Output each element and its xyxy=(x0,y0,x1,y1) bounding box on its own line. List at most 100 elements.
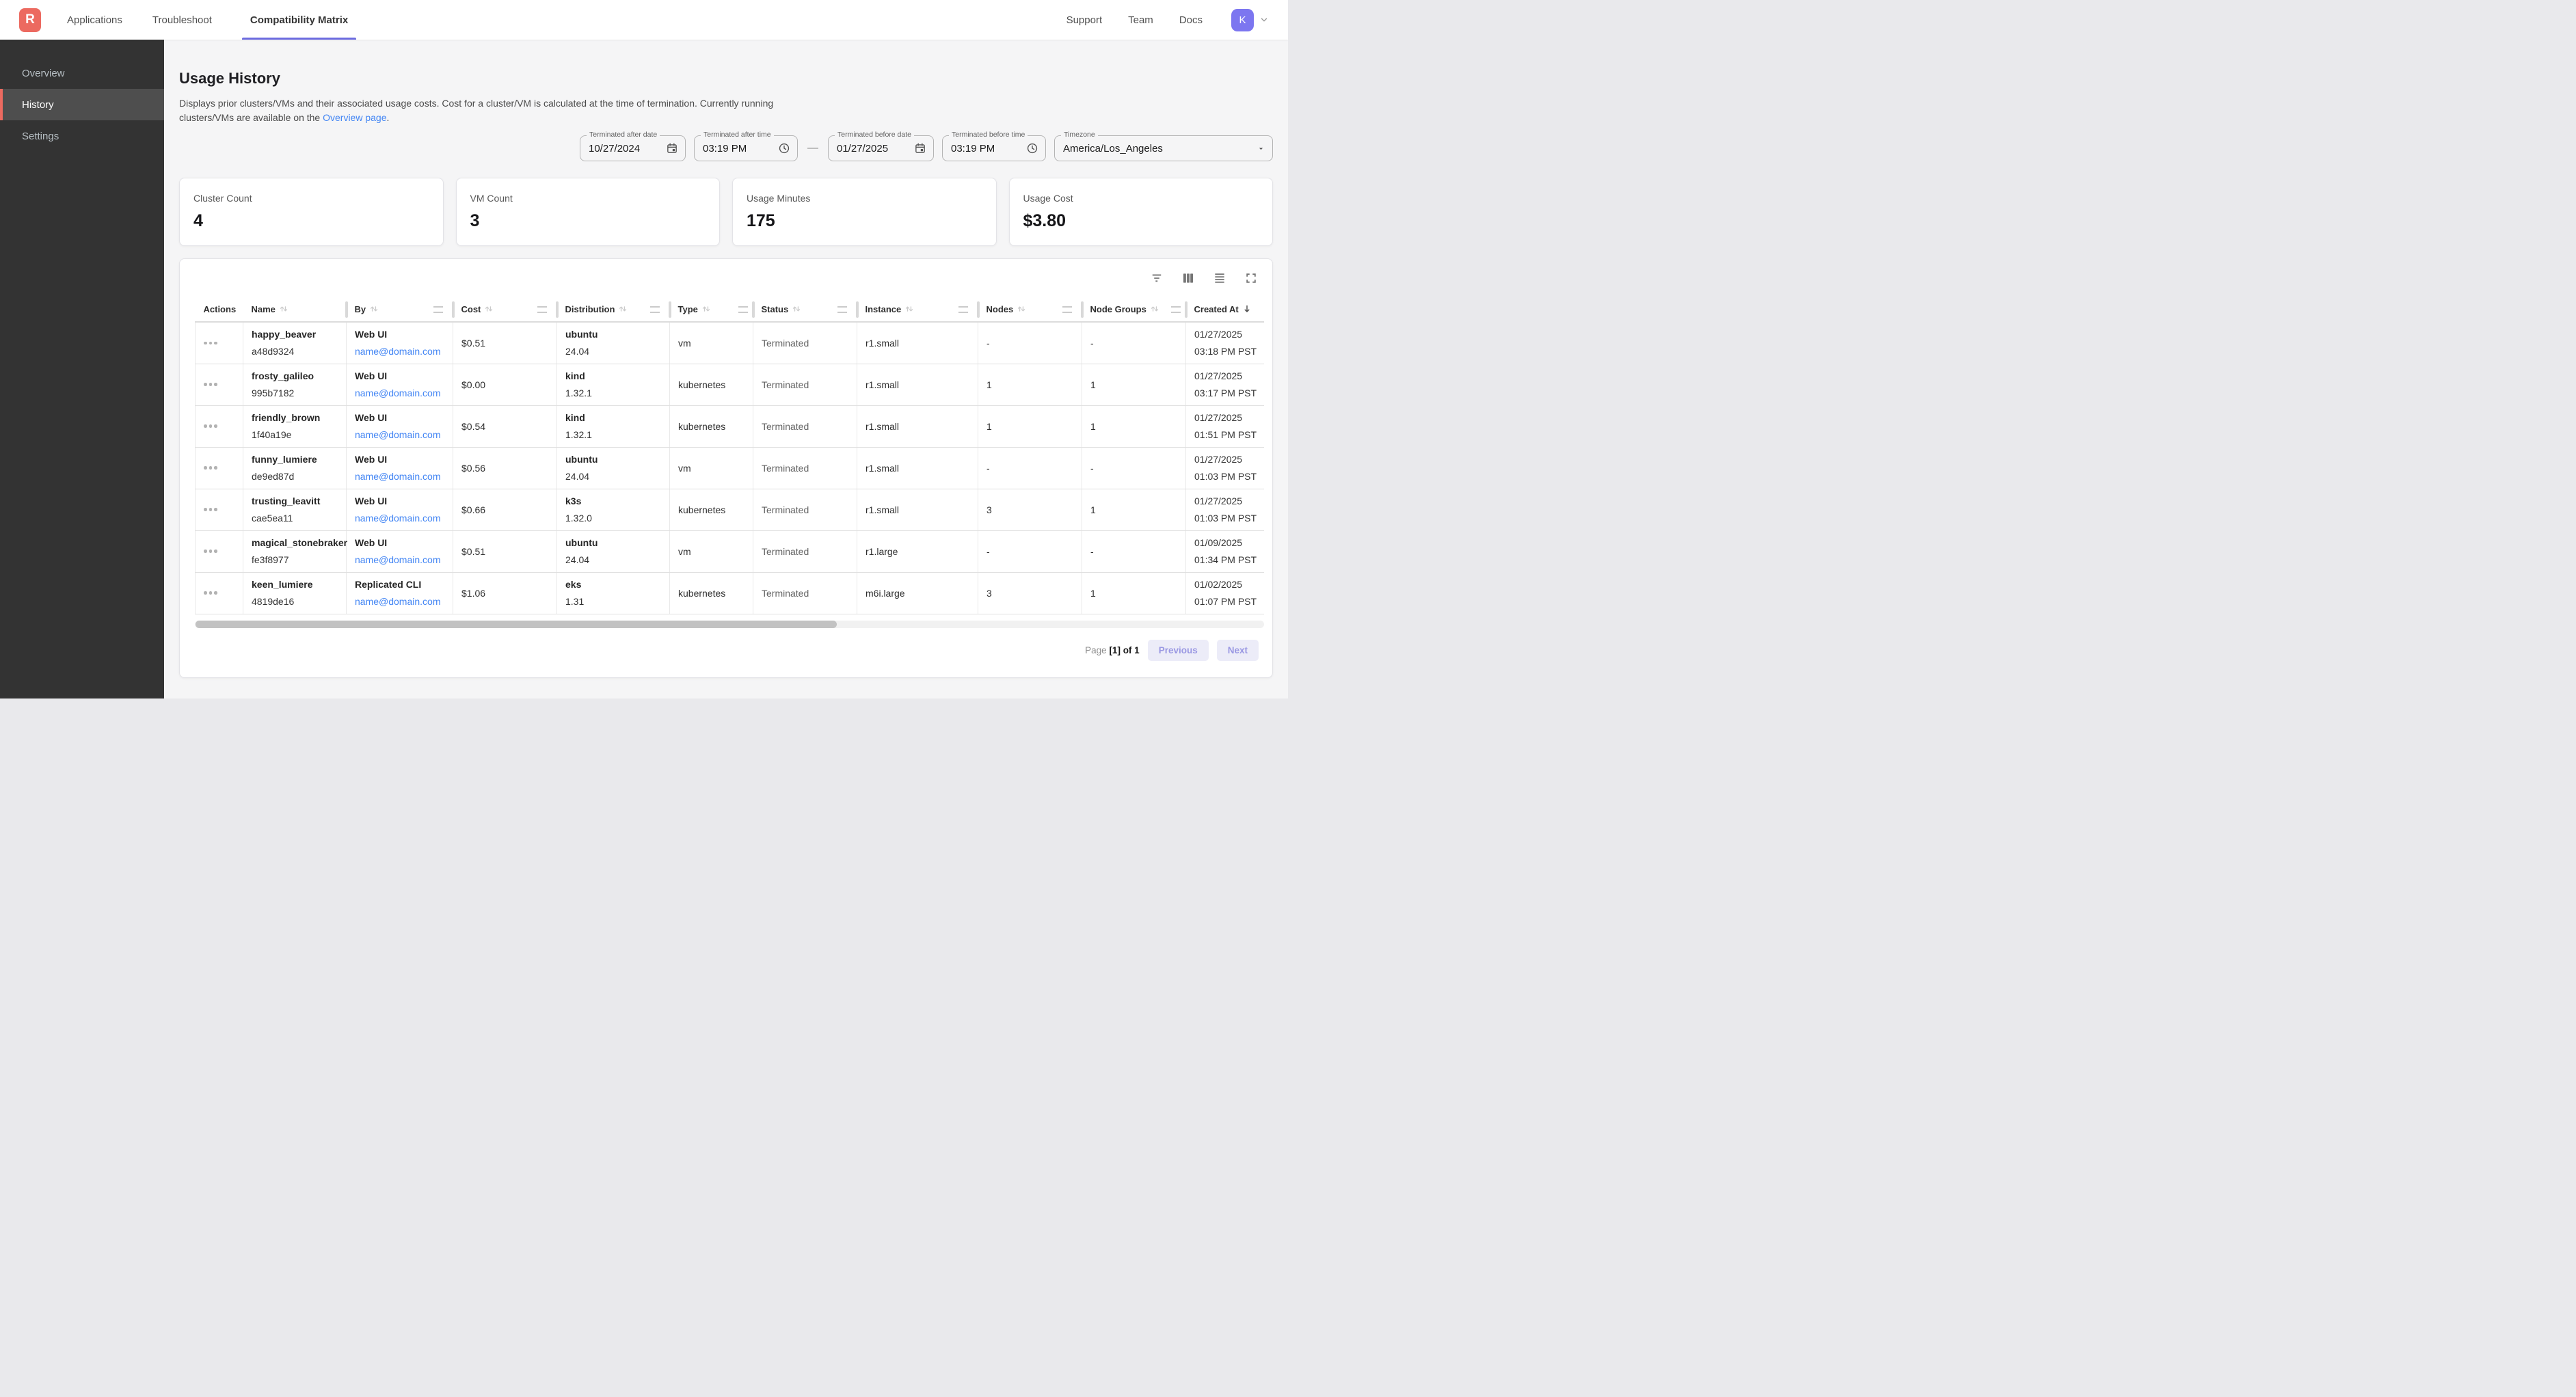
cluster-name: friendly_brown xyxy=(252,412,340,423)
table-row: friendly_brown1f40a19e Web UIname@domain… xyxy=(196,405,1265,447)
created-by-email-link[interactable]: name@domain.com xyxy=(355,471,447,482)
table-row: funny_lumierede9ed87d Web UIname@domain.… xyxy=(196,447,1265,489)
cost-cell: $0.54 xyxy=(453,405,557,447)
nodes-cell: - xyxy=(978,322,1082,364)
column-header-nodes[interactable]: Nodes xyxy=(978,297,1082,322)
row-actions-button[interactable] xyxy=(204,342,222,345)
nav-link-support[interactable]: Support xyxy=(1066,14,1103,26)
sort-icon[interactable] xyxy=(701,304,711,314)
actions-cell xyxy=(196,447,243,489)
created-by-email-link[interactable]: name@domain.com xyxy=(355,346,447,357)
overview-page-link[interactable]: Overview page xyxy=(323,112,386,123)
sort-icon[interactable] xyxy=(618,304,628,314)
created-by-source: Replicated CLI xyxy=(355,579,447,590)
sort-desc-icon[interactable] xyxy=(1242,304,1252,314)
terminated-before-time-field[interactable]: Terminated before time 03:19 PM xyxy=(942,135,1046,161)
sidebar-item-history[interactable]: History xyxy=(0,89,164,120)
description-period: . xyxy=(387,112,390,123)
created-by-email-link[interactable]: name@domain.com xyxy=(355,513,447,524)
previous-page-button[interactable]: Previous xyxy=(1148,640,1209,661)
sort-icon[interactable] xyxy=(1017,304,1026,314)
sidebar-item-settings[interactable]: Settings xyxy=(0,120,164,152)
row-actions-button[interactable] xyxy=(204,383,222,386)
clock-icon[interactable] xyxy=(778,142,790,154)
status-cell: Terminated xyxy=(753,405,857,447)
node-groups-cell: - xyxy=(1082,530,1186,572)
columns-icon[interactable] xyxy=(1181,271,1196,286)
column-header-by[interactable]: By xyxy=(347,297,453,322)
column-header-node-groups[interactable]: Node Groups xyxy=(1082,297,1186,322)
distribution-version: 1.32.1 xyxy=(565,388,664,398)
cost-cell: $0.66 xyxy=(453,489,557,530)
column-drag-handle[interactable] xyxy=(650,306,660,313)
avatar[interactable]: K xyxy=(1231,9,1254,31)
distribution-name: eks xyxy=(565,579,664,590)
created-by-email-link[interactable]: name@domain.com xyxy=(355,388,447,398)
row-actions-button[interactable] xyxy=(204,508,222,511)
nav-link-docs[interactable]: Docs xyxy=(1179,14,1203,26)
sort-icon[interactable] xyxy=(279,304,289,314)
created-by-email-link[interactable]: name@domain.com xyxy=(355,554,447,565)
fullscreen-icon[interactable] xyxy=(1244,271,1259,286)
created-by-email-link[interactable]: name@domain.com xyxy=(355,596,447,607)
horizontal-scrollbar-thumb[interactable] xyxy=(196,621,837,628)
column-header-status[interactable]: Status xyxy=(753,297,857,322)
column-header-type[interactable]: Type xyxy=(670,297,753,322)
sidebar-item-overview[interactable]: Overview xyxy=(0,57,164,89)
filter-icon[interactable] xyxy=(1149,271,1164,286)
column-header-name[interactable]: Name xyxy=(243,297,347,322)
row-actions-button[interactable] xyxy=(204,550,222,553)
cluster-name: keen_lumiere xyxy=(252,579,340,590)
calendar-icon[interactable] xyxy=(666,142,678,154)
timezone-select[interactable]: Timezone America/Los_Angeles xyxy=(1054,135,1273,161)
caret-down-icon[interactable] xyxy=(1257,144,1265,153)
column-drag-handle[interactable] xyxy=(738,306,748,313)
row-actions-button[interactable] xyxy=(204,424,222,428)
clock-icon[interactable] xyxy=(1026,142,1038,154)
sort-icon[interactable] xyxy=(792,304,801,314)
status-badge: Terminated xyxy=(762,504,809,515)
column-header-distribution[interactable]: Distribution xyxy=(557,297,670,322)
stat-card-usage-cost: Usage Cost $3.80 xyxy=(1009,178,1274,246)
page-title: Usage History xyxy=(179,70,1273,87)
next-page-button[interactable]: Next xyxy=(1217,640,1259,661)
node-groups-cell: 1 xyxy=(1082,364,1186,405)
field-label: Terminated before date xyxy=(835,131,914,139)
column-drag-handle[interactable] xyxy=(1062,306,1072,313)
calendar-icon[interactable] xyxy=(914,142,926,154)
account-menu[interactable]: K xyxy=(1231,9,1269,31)
created-by-source: Web UI xyxy=(355,370,447,381)
nav-item-compatibility-matrix[interactable]: Compatibility Matrix xyxy=(242,0,356,40)
column-drag-handle[interactable] xyxy=(837,306,847,313)
column-drag-handle[interactable] xyxy=(1171,306,1181,313)
nav-item-troubleshoot[interactable]: Troubleshoot xyxy=(152,0,212,40)
row-actions-button[interactable] xyxy=(204,591,222,595)
density-icon[interactable] xyxy=(1212,271,1227,286)
column-header-created-at[interactable]: Created At xyxy=(1186,297,1265,322)
column-header-instance[interactable]: Instance xyxy=(857,297,978,322)
column-drag-handle[interactable] xyxy=(958,306,968,313)
pagination: Page [1] of 1 Previous Next xyxy=(180,628,1272,661)
created-by-email-link[interactable]: name@domain.com xyxy=(355,429,447,440)
nav-link-team[interactable]: Team xyxy=(1128,14,1153,26)
replicated-logo[interactable]: R xyxy=(19,8,41,32)
column-drag-handle[interactable] xyxy=(433,306,443,313)
sort-icon[interactable] xyxy=(904,304,914,314)
column-header-cost[interactable]: Cost xyxy=(453,297,557,322)
terminated-before-date-field[interactable]: Terminated before date 01/27/2025 xyxy=(828,135,934,161)
sort-icon[interactable] xyxy=(484,304,494,314)
nav-item-applications[interactable]: Applications xyxy=(67,0,122,40)
row-actions-button[interactable] xyxy=(204,466,222,470)
distribution-version: 1.32.0 xyxy=(565,513,664,524)
sort-icon[interactable] xyxy=(369,304,379,314)
sort-icon[interactable] xyxy=(1150,304,1159,314)
column-drag-handle[interactable] xyxy=(537,306,547,313)
terminated-after-date-field[interactable]: Terminated after date 10/27/2024 xyxy=(580,135,686,161)
terminated-after-time-field[interactable]: Terminated after time 03:19 PM xyxy=(694,135,798,161)
distribution-cell: ubuntu24.04 xyxy=(557,530,670,572)
distribution-name: ubuntu xyxy=(565,537,664,548)
created-by-source: Web UI xyxy=(355,329,447,340)
distribution-cell: kind1.32.1 xyxy=(557,405,670,447)
filter-bar: Terminated after date 10/27/2024 Termina… xyxy=(179,135,1273,161)
cost-cell: $1.06 xyxy=(453,572,557,614)
